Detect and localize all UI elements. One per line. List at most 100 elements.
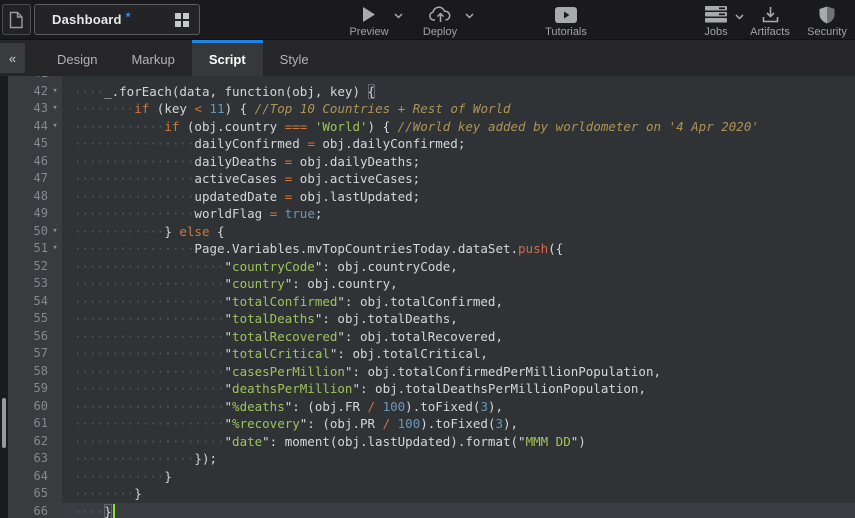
tab-design[interactable]: Design [40, 40, 114, 76]
code-line-content[interactable]: ····················"%deaths": (obj.FR /… [62, 398, 855, 416]
code-line[interactable]: 48 ················updatedDate = obj.last… [8, 188, 855, 206]
code-line[interactable]: 63················}); [8, 450, 855, 468]
code-line-content[interactable]: ················worldFlag = true; [62, 205, 855, 223]
code-token: ), [488, 399, 503, 414]
chevron-down-icon[interactable] [465, 13, 474, 19]
code-line-content[interactable]: ········} [62, 485, 855, 503]
code-token: " [225, 399, 233, 414]
code-line[interactable]: 60····················"%deaths": (obj.FR… [8, 398, 855, 416]
code-token: true [285, 206, 315, 221]
code-line[interactable]: 46················dailyDeaths = obj.dail… [8, 153, 855, 171]
code-line-content[interactable]: ················}); [62, 450, 855, 468]
code-line[interactable]: 55····················"totalDeaths": obj… [8, 310, 855, 328]
code-line[interactable]: 59 ····················"deathsPerMillion"… [8, 380, 855, 398]
code-line-content[interactable]: ····················"country": obj.count… [62, 275, 855, 293]
whitespace-dots: ················ [74, 451, 194, 466]
code-line-content[interactable]: ················updatedDate = obj.lastUp… [62, 188, 855, 206]
code-line-content[interactable]: ····················"totalDeaths": obj.t… [62, 310, 855, 328]
code-token: ": (obj.PR [300, 416, 383, 431]
code-line-content[interactable]: ····················"casesPerMillion": o… [62, 363, 855, 381]
jobs-button[interactable]: Jobs [695, 0, 737, 40]
scrollbar-thumb[interactable] [2, 398, 6, 448]
code-line[interactable]: 57····················"totalCritical": o… [8, 345, 855, 363]
code-line[interactable]: 47 ················activeCases = obj.acti… [8, 170, 855, 188]
tab-script[interactable]: Script [192, 40, 263, 76]
jobs-label: Jobs [704, 26, 727, 38]
code-token: ") [571, 434, 586, 449]
code-line[interactable]: 54····················"totalConfirmed": … [8, 293, 855, 311]
code-line-content[interactable]: ················dailyDeaths = obj.dailyD… [62, 153, 855, 171]
document-tab-dashboard[interactable]: Dashboard * [34, 4, 200, 35]
fold-toggle-icon[interactable]: ▾ [48, 83, 62, 101]
grid-icon[interactable] [174, 12, 190, 28]
tab-markup[interactable]: Markup [114, 40, 191, 76]
code-token [307, 119, 315, 134]
code-line-content[interactable]: ····················"%recovery": (obj.PR… [62, 415, 855, 433]
code-line[interactable]: 66····} [8, 503, 855, 518]
fold-toggle-icon[interactable]: ▾ [48, 118, 62, 136]
code-line-content[interactable]: ····················"countryCode": obj.c… [62, 258, 855, 276]
code-token: ": obj.countryCode, [315, 259, 458, 274]
code-line[interactable]: 49················worldFlag = true; [8, 205, 855, 223]
code-line[interactable]: 56····················"totalRecovered": … [8, 328, 855, 346]
code-token [375, 399, 383, 414]
preview-button[interactable]: Preview [343, 0, 395, 40]
code-line-content[interactable]: ····_.forEach(data, function(obj, key) { [62, 83, 855, 101]
code-line-content[interactable]: ············} else { [62, 223, 855, 241]
code-line[interactable]: 42▾····_.forEach(data, function(obj, key… [8, 83, 855, 101]
line-number: 47 [10, 170, 48, 188]
whitespace-dots: ···················· [74, 346, 225, 361]
code-line-content[interactable]: ····} [62, 503, 855, 518]
fold-toggle-icon[interactable]: ▾ [48, 240, 62, 258]
code-viewport[interactable]: 4142▾····_.forEach(data, function(obj, k… [8, 76, 855, 518]
code-token: ": obj.totalDeaths, [315, 311, 458, 326]
collapse-panel-button[interactable]: « [0, 43, 25, 73]
chevron-down-icon[interactable] [394, 13, 403, 19]
whitespace-dots: ············ [74, 469, 164, 484]
code-token: } [134, 486, 142, 501]
code-line-content[interactable]: ············} [62, 468, 855, 486]
code-line-content[interactable]: ················dailyConfirmed = obj.dai… [62, 135, 855, 153]
code-line-content[interactable]: ····················"totalRecovered": ob… [62, 328, 855, 346]
code-token: }); [194, 451, 217, 466]
code-line-content[interactable]: ················Page.Variables.mvTopCoun… [62, 240, 855, 258]
code-line[interactable]: 64············} [8, 468, 855, 486]
code-line[interactable]: 62····················"date": moment(obj… [8, 433, 855, 451]
code-line-content[interactable]: ····················"totalCritical": obj… [62, 345, 855, 363]
code-line[interactable]: 65········} [8, 485, 855, 503]
new-file-button[interactable] [2, 4, 31, 35]
tab-style[interactable]: Style [263, 40, 326, 76]
deploy-button[interactable]: Deploy [411, 0, 469, 40]
code-token: ": obj.totalCritical, [330, 346, 488, 361]
code-line[interactable]: 61····················"%recovery": (obj.… [8, 415, 855, 433]
gutter-cell: 50▾ [8, 223, 62, 241]
whitespace-dots: ···················· [74, 259, 225, 274]
code-line[interactable]: 50▾············} else { [8, 223, 855, 241]
code-line[interactable]: 51▾················Page.Variables.mvTopC… [8, 240, 855, 258]
code-line[interactable]: 52····················"countryCode": obj… [8, 258, 855, 276]
code-line-content[interactable]: ····················"date": moment(obj.l… [62, 433, 855, 451]
line-number: 59 [10, 380, 48, 398]
code-token: ), [503, 416, 518, 431]
fold-toggle-icon[interactable]: ▾ [48, 223, 62, 241]
code-line[interactable]: 44▾············if (obj.country === 'Worl… [8, 118, 855, 136]
code-line-content[interactable]: ····················"deathsPerMillion": … [62, 380, 855, 398]
gutter-cell: 61 [8, 415, 62, 433]
code-token: ": obj.country, [285, 276, 398, 291]
line-number: 48 [10, 188, 48, 206]
code-line-content[interactable]: ········if (key < 11) { //Top 10 Countri… [62, 100, 855, 118]
code-line-content[interactable]: ············if (obj.country === 'World')… [62, 118, 855, 136]
fold-toggle-icon[interactable]: ▾ [48, 100, 62, 118]
tutorials-button[interactable]: Tutorials [535, 0, 597, 40]
code-line[interactable]: 43▾········if (key < 11) { //Top 10 Coun… [8, 100, 855, 118]
whitespace-dots: ···· [74, 84, 104, 99]
code-line-content[interactable]: ····················"totalConfirmed": ob… [62, 293, 855, 311]
security-button[interactable]: Security [801, 0, 853, 40]
code-line[interactable]: 45················dailyConfirmed = obj.d… [8, 135, 855, 153]
code-line[interactable]: 53····················"country": obj.cou… [8, 275, 855, 293]
artifacts-button[interactable]: Artifacts [743, 0, 797, 40]
jobs-icon [705, 6, 727, 23]
header-actions: Preview Deploy [343, 0, 853, 40]
code-line[interactable]: 58····················"casesPerMillion":… [8, 363, 855, 381]
code-line-content[interactable]: ················activeCases = obj.active… [62, 170, 855, 188]
